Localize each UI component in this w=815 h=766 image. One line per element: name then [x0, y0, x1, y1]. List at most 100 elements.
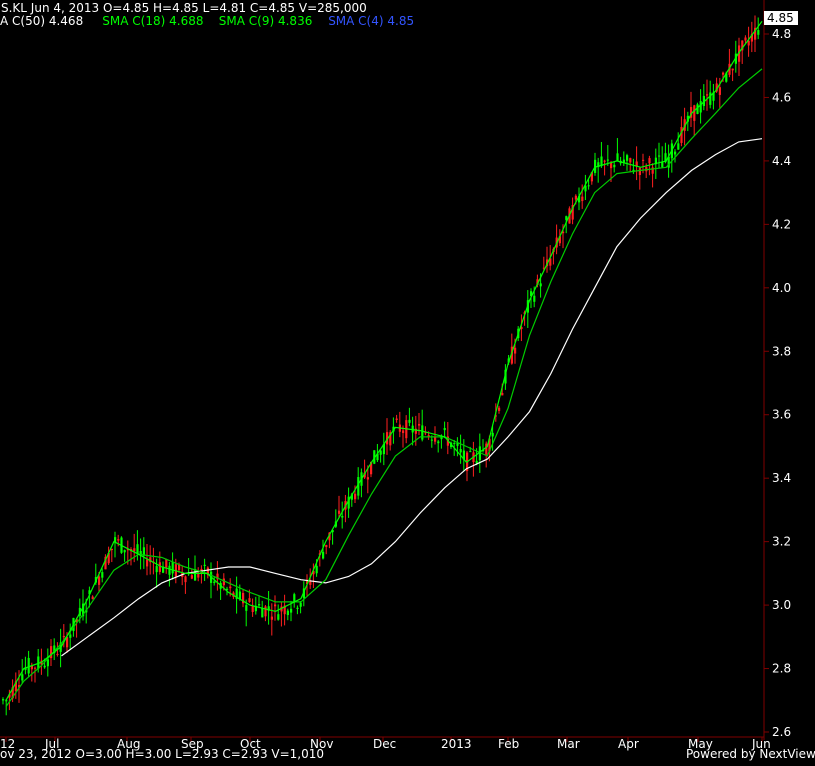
- y-tick-label: 3.4: [772, 471, 791, 485]
- y-tick-label: 4.4: [772, 154, 791, 168]
- x-tick-label: Apr: [618, 737, 639, 751]
- candlesticks: [2, 15, 760, 716]
- candle-down: [184, 576, 187, 583]
- candle-up: [453, 443, 456, 445]
- candle-up: [699, 101, 702, 113]
- candle-up: [245, 605, 248, 611]
- candle-down: [117, 539, 120, 541]
- y-tick-label: 4.6: [772, 90, 791, 104]
- candle-down: [190, 575, 193, 579]
- y-tick-label: 3.6: [772, 408, 791, 422]
- candle-up: [258, 604, 261, 606]
- candle-up: [379, 450, 382, 455]
- candle-up: [709, 92, 712, 105]
- candle-down: [418, 423, 421, 426]
- y-tick-label: 4.8: [772, 27, 791, 41]
- last-price-tag: 4.85: [764, 11, 798, 25]
- candle-down: [62, 635, 65, 638]
- candle-down: [629, 158, 632, 163]
- candle-up: [168, 565, 171, 575]
- y-tick-label: 3.8: [772, 344, 791, 358]
- candle-up: [290, 608, 293, 613]
- candle-down: [133, 548, 136, 552]
- x-tick-label: 2013: [441, 737, 472, 751]
- candle-up: [27, 657, 30, 674]
- candle-up: [123, 550, 126, 553]
- candle-up: [539, 283, 542, 287]
- hover-quote: ov 23, 2012 O=3.00 H=3.00 L=2.93 C=2.93 …: [0, 747, 324, 761]
- last-price-value: 4.85: [767, 11, 794, 25]
- candle-up: [296, 607, 299, 609]
- candle-up: [261, 608, 264, 618]
- candle-down: [648, 158, 651, 164]
- candle-down: [264, 606, 267, 617]
- candle-down: [722, 72, 725, 75]
- candle-up: [661, 161, 664, 168]
- candle-up: [293, 594, 296, 603]
- candle-up: [606, 159, 609, 161]
- candle-up: [430, 439, 433, 441]
- candle-down: [325, 544, 328, 548]
- candle-up: [408, 419, 411, 423]
- candle-down: [98, 576, 101, 585]
- candle-down: [731, 68, 734, 71]
- candle-down: [514, 347, 517, 354]
- sma-legend: A C(50) 4.468 SMA C(18) 4.688 SMA C(9) 4.8…: [0, 14, 414, 28]
- candle-up: [674, 151, 677, 155]
- candle-down: [581, 196, 584, 202]
- y-tick-labels: 2.6 2.8 3.0 3.2 3.4 3.6 3.8 4.0 4.2 4.4 4.6 4.8: [764, 27, 791, 739]
- candle-up: [277, 614, 280, 620]
- candle-down: [718, 87, 721, 95]
- y-tick-label: 2.8: [772, 662, 791, 676]
- candle-down: [642, 159, 645, 161]
- candle-up: [658, 155, 661, 157]
- candle-down: [56, 653, 59, 655]
- y-tick-label: 4.0: [772, 281, 791, 295]
- stock-chart: 2.6 2.8 3.0 3.2 3.4 3.6 3.8 4.0 4.2 4.4 4.6 4.8 12 J…: [0, 0, 815, 762]
- candle-up: [322, 551, 325, 559]
- x-tick-label: Dec: [373, 737, 396, 751]
- quote-header: S.KL Jun 4, 2013 O=4.85 H=4.85 L=4.81 C=…: [1, 1, 367, 15]
- candle-up: [299, 602, 302, 607]
- candle-down: [693, 105, 696, 121]
- candle-down: [498, 407, 501, 411]
- candle-down: [603, 160, 606, 162]
- y-tick-label: 4.2: [772, 217, 791, 231]
- candle-up: [459, 449, 462, 453]
- candle-down: [434, 437, 437, 442]
- candle-up: [213, 581, 216, 584]
- y-tick-label: 3.2: [772, 535, 791, 549]
- y-tick-label: 3.0: [772, 598, 791, 612]
- candle-up: [136, 544, 139, 554]
- candle-up: [46, 659, 49, 667]
- candle-up: [475, 460, 478, 464]
- candle-down: [638, 168, 641, 176]
- candle-up: [43, 665, 46, 668]
- candle-up: [677, 143, 680, 150]
- candle-down: [366, 477, 369, 480]
- candle-down: [338, 510, 341, 514]
- candle-up: [757, 30, 760, 35]
- powered-by: Powered by NextView: [686, 747, 815, 761]
- candle-up: [533, 295, 536, 302]
- candle-up: [613, 164, 616, 168]
- candle-down: [744, 37, 747, 41]
- moving-average-lines: [5, 20, 763, 707]
- candle-down: [274, 604, 277, 607]
- candle-up: [69, 634, 72, 638]
- sma-line-c50: [61, 138, 763, 657]
- sma-legend-item: SMA C(9) 4.836: [219, 14, 313, 28]
- candle-down: [354, 493, 357, 500]
- candle-down: [146, 559, 149, 567]
- price-axis: [0, 0, 765, 740]
- candle-down: [248, 598, 251, 602]
- candle-up: [437, 441, 440, 444]
- sma-legend-item: SMA C(4) 4.85: [328, 14, 414, 28]
- candle-down: [251, 606, 254, 613]
- candle-down: [158, 562, 161, 572]
- candle-down: [574, 195, 577, 200]
- candle-up: [616, 153, 619, 161]
- sma-legend-item: A C(50) 4.468: [0, 14, 83, 28]
- candle-down: [229, 586, 232, 589]
- y-tick-label: 2.6: [772, 725, 791, 739]
